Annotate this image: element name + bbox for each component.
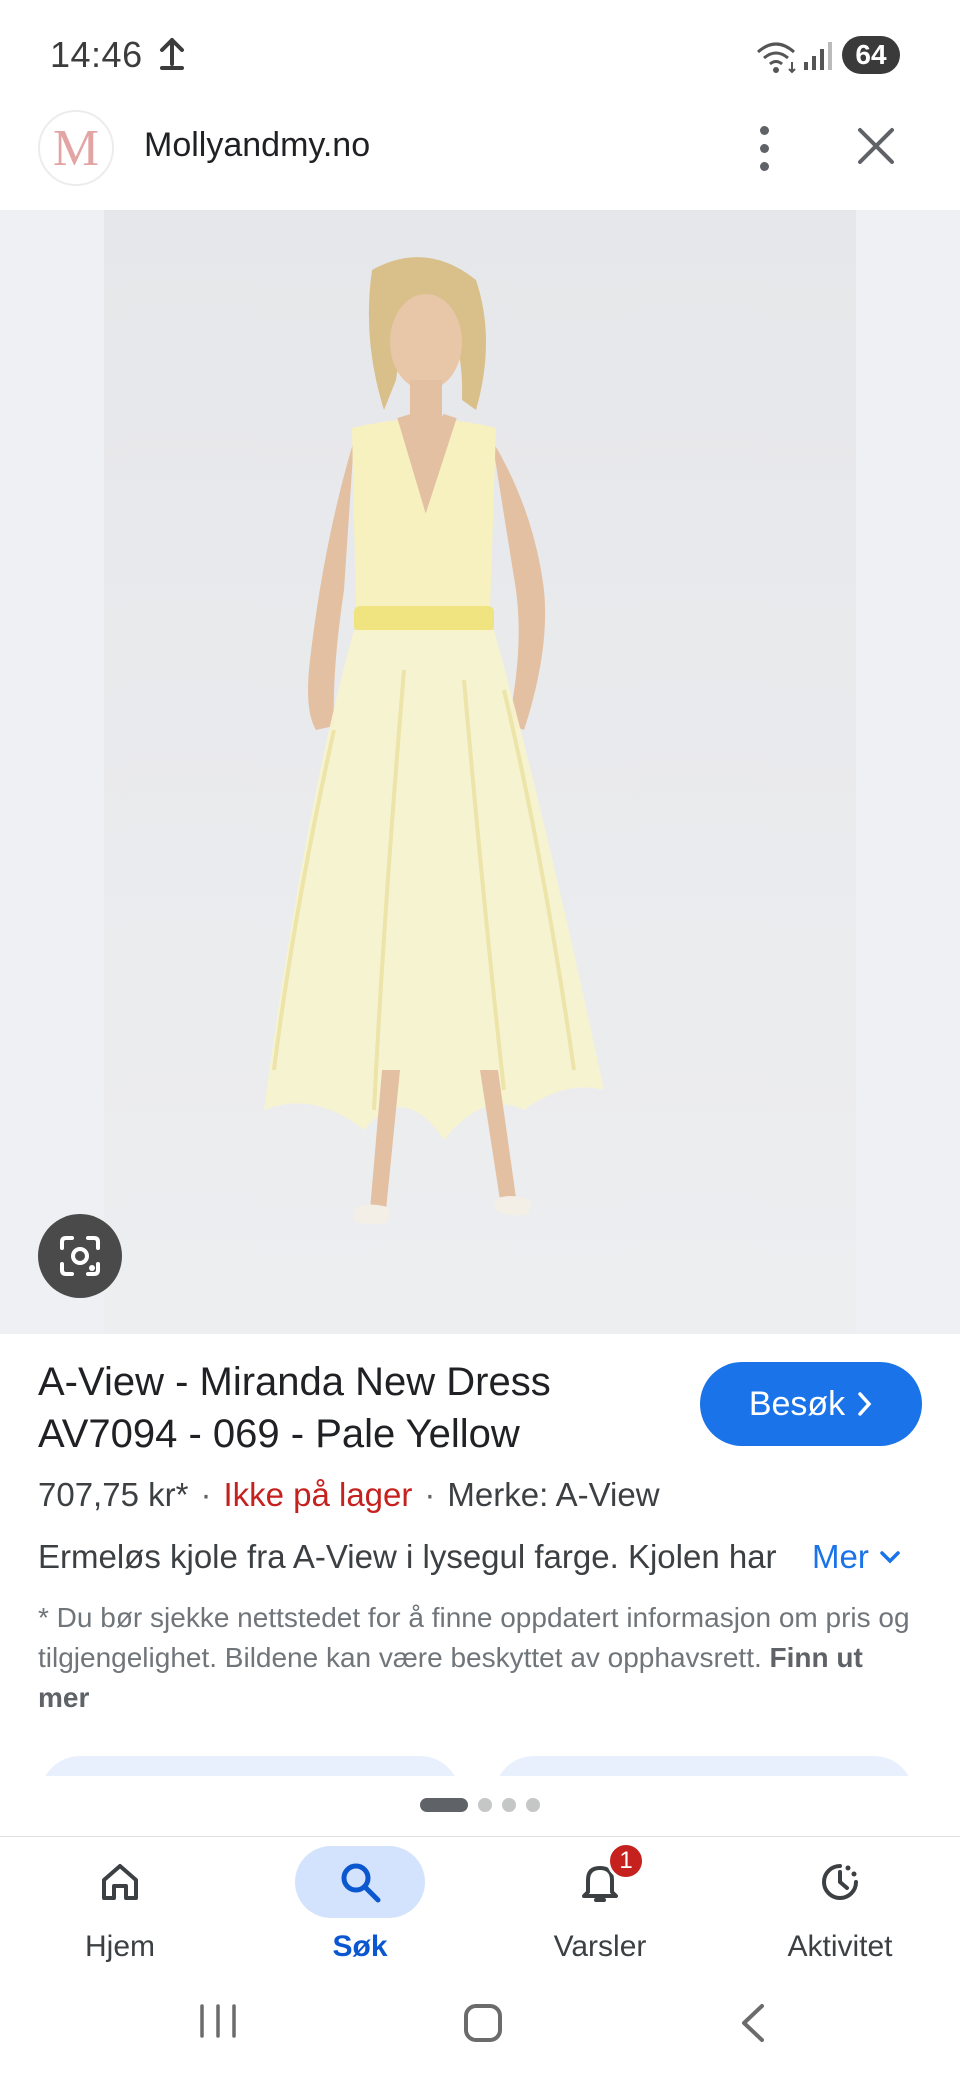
close-button[interactable] [852,122,900,170]
lens-button[interactable] [38,1214,122,1298]
recents-button[interactable] [196,2004,240,2038]
chevron-right-icon [858,1392,872,1416]
more-options-button[interactable] [744,116,784,180]
wifi-icon [757,42,796,74]
product-meta: 707,75 kr* · Ikke på lager · Merke: A-View [38,1476,660,1514]
carousel-dot [478,1798,492,1812]
nav-item-activity[interactable]: Aktivitet [740,1846,940,1986]
carousel-dot [526,1798,540,1812]
nav-icon-container: 1 [535,1842,665,1918]
search-icon [341,1863,381,1903]
status-time: 14:46 [50,34,143,75]
nav-label-notifications: Varsler [553,1930,647,1963]
more-dot-icon [759,125,769,135]
home-system-button[interactable] [464,2004,502,2042]
nav-item-notifications[interactable]: 1 Varsler [500,1842,700,1986]
product-image[interactable] [104,210,856,1334]
carousel-dot [502,1798,516,1812]
separator: · [424,1476,436,1513]
visit-button[interactable]: Besøk [700,1362,922,1446]
dress-illustration [264,257,604,1225]
brand: Merke: A-View [447,1476,660,1513]
upload-icon [160,38,184,70]
nav-icon-container [775,1846,905,1918]
more-dot-icon [759,161,769,171]
signal-icon [804,42,832,70]
stock-status: Ikke på lager [223,1476,413,1513]
notification-badge: 1 [607,1842,645,1880]
nav-icon-container [55,1846,185,1918]
nav-label-search: Søk [332,1930,388,1963]
nav-icon-container [295,1846,425,1918]
battery-indicator: 64 [842,36,900,74]
price: 707,75 kr* [38,1476,189,1513]
carousel-indicator [420,1798,540,1812]
nav-label-activity: Aktivitet [787,1930,893,1963]
product-title-line1: A-View - Miranda New Dress [38,1360,551,1404]
nav-item-search[interactable]: Søk [260,1846,460,1986]
lens-icon [60,1236,100,1276]
home-icon [102,1864,138,1900]
back-button[interactable] [738,2002,768,2044]
product-description: Ermeløs kjole fra A-View i lysegul farge… [38,1538,777,1575]
nav-label-home: Hjem [84,1930,155,1963]
site-logo[interactable]: M [38,110,114,186]
disclaimer: * Du bør sjekke nettstedet for å finne o… [38,1598,918,1718]
more-link-label: Mer [812,1538,869,1575]
product-title-line2: AV7094 - 069 - Pale Yellow [38,1412,520,1456]
site-name[interactable]: Mollyandmy.no [144,126,370,165]
product-title: A-View - Miranda New Dress AV7094 - 069 … [38,1356,658,1460]
more-link[interactable]: Mer [812,1538,901,1576]
more-dot-icon [759,143,769,153]
visit-button-label: Besøk [748,1384,846,1423]
chevron-down-icon [880,1551,900,1564]
activity-icon [822,1864,858,1900]
separator: · [200,1476,212,1513]
nav-item-home[interactable]: Hjem [20,1846,220,1986]
carousel-dot-active [420,1798,468,1812]
